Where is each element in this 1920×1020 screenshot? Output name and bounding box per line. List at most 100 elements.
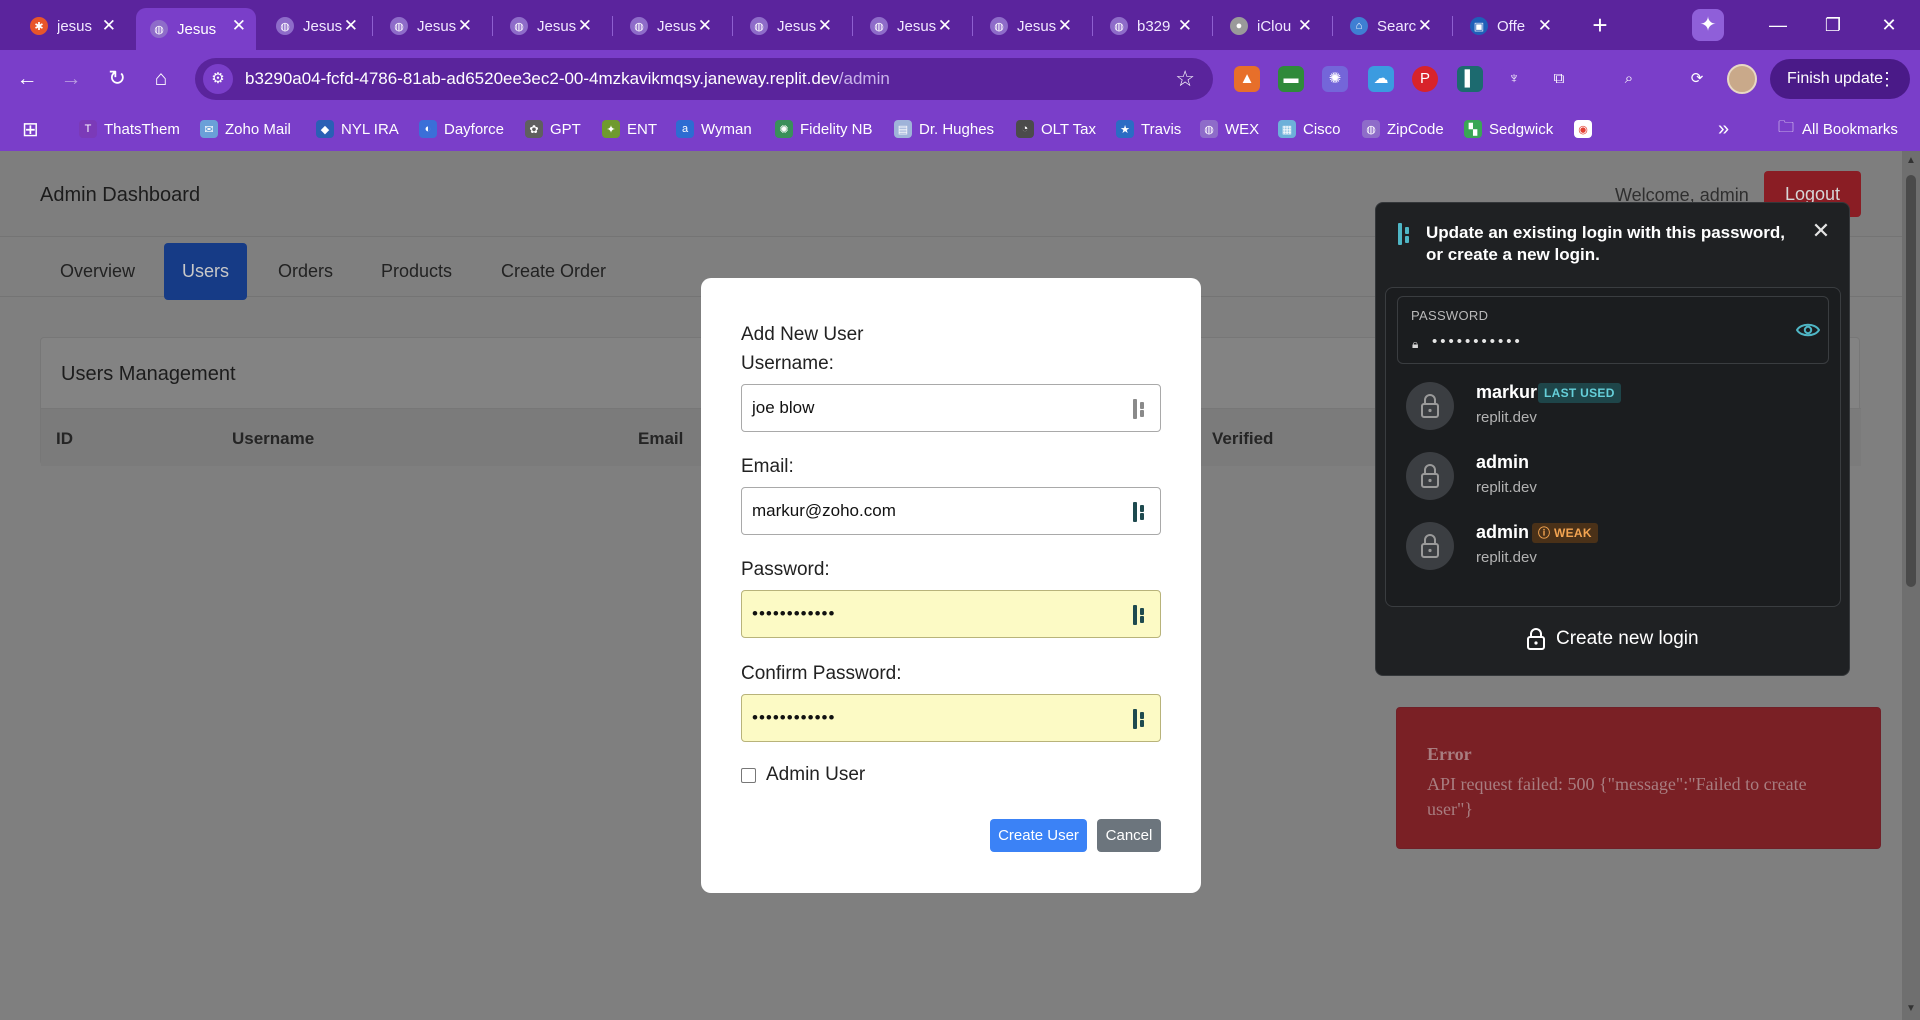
eye-icon[interactable] [1795, 320, 1821, 340]
extensions-puzzle-icon[interactable]: ⧉ [1546, 66, 1572, 92]
browser-tab[interactable]: ✱ jesus ✕ [16, 8, 126, 44]
create-new-login-button[interactable]: Create new login [1526, 625, 1699, 653]
scroll-down-arrow-icon[interactable]: ▼ [1906, 1003, 1916, 1014]
bookmark-item[interactable]: ▤ Dr. Hughes [894, 117, 994, 141]
tab-close-icon[interactable]: ✕ [1418, 16, 1432, 36]
bookmark-favicon-icon: ◐ [419, 120, 437, 138]
tab-close-icon[interactable]: ✕ [1178, 16, 1192, 36]
tab-close-icon[interactable]: ✕ [1538, 16, 1552, 36]
extension-gear-icon[interactable]: ✺ [1322, 66, 1348, 92]
tab-close-icon[interactable]: ✕ [102, 16, 116, 36]
scrollbar-thumb[interactable] [1906, 175, 1916, 587]
address-bar[interactable]: ⚙ b3290a04-fcfd-4786-81ab-ad6520ee3ec2-0… [195, 58, 1213, 100]
scroll-up-arrow-icon[interactable]: ▲ [1906, 155, 1916, 166]
bookmark-item[interactable]: ★ Travis [1116, 117, 1181, 141]
browser-tab[interactable]: ◍ Jesus ✕ [976, 8, 1082, 44]
finish-update-button[interactable]: Finish update ⋮ [1770, 59, 1910, 99]
pinterest-icon[interactable]: P [1412, 66, 1438, 92]
close-window-icon[interactable]: ✕ [1874, 12, 1904, 38]
create-user-button[interactable]: Create User [990, 819, 1087, 852]
bookmark-item[interactable]: ◐ Dayforce [419, 117, 504, 141]
apps-grid-icon[interactable]: ⊞ [22, 117, 39, 141]
extension-fork-icon[interactable]: ♆ [1501, 66, 1527, 92]
forward-arrow-icon[interactable]: → [56, 64, 86, 94]
bookmark-item[interactable]: ▚ Sedgwick [1464, 117, 1553, 141]
close-icon[interactable]: ✕ [1809, 219, 1833, 243]
browser-tab[interactable]: ◍ Jesus ✕ [262, 8, 368, 44]
tab-close-icon[interactable]: ✕ [698, 16, 712, 36]
bookmark-item[interactable]: ✦ ENT [602, 117, 657, 141]
browser-tab[interactable]: ◍ Jesus ✕ [736, 8, 842, 44]
bookmark-item[interactable]: a Wyman [676, 117, 752, 141]
browser-tab[interactable]: ◍ b329 ✕ [1096, 8, 1202, 44]
tab-overview[interactable]: Overview [42, 243, 153, 300]
back-arrow-icon[interactable]: ← [12, 64, 42, 94]
browser-tab-active[interactable]: ◍ Jesus ✕ [136, 8, 256, 50]
bookmark-google-icon[interactable]: ◉ [1574, 117, 1599, 141]
sync-icon[interactable]: ⟳ [1684, 66, 1710, 92]
restore-icon[interactable]: ❐ [1818, 12, 1848, 38]
browser-tab[interactable]: ◍ Jesus ✕ [856, 8, 962, 44]
tab-close-icon[interactable]: ✕ [938, 16, 952, 36]
credential-item[interactable]: markur LAST USED replit.dev [1386, 372, 1842, 442]
bookmark-item[interactable]: ✿ GPT [525, 117, 581, 141]
tab-orders[interactable]: Orders [260, 243, 351, 300]
bookmark-item[interactable]: ◍ WEX [1200, 117, 1259, 141]
keeper-extension-icon[interactable]: ▌ [1457, 66, 1483, 92]
more-bookmarks-chevron-icon[interactable]: » [1718, 117, 1729, 141]
tab-close-icon[interactable]: ✕ [344, 16, 358, 36]
confirm-password-input[interactable]: •••••••••••• [741, 694, 1161, 742]
browser-tab[interactable]: ▣ Offe ✕ [1456, 8, 1562, 44]
bookmark-item[interactable]: T ThatsThem [79, 117, 180, 141]
browser-tab[interactable]: ◍ Jesus ✕ [496, 8, 602, 44]
browser-tab[interactable]: ● iClou ✕ [1216, 8, 1322, 44]
credential-item[interactable]: admin replit.dev [1386, 442, 1842, 512]
extension-cloud-icon[interactable]: ☁ [1368, 66, 1394, 92]
home-icon[interactable]: ⌂ [146, 64, 176, 94]
password-input[interactable]: •••••••••••• [741, 590, 1161, 638]
bookmark-item[interactable]: ◆ NYL IRA [316, 117, 399, 141]
tab-label: Searc [1377, 17, 1417, 35]
url-text[interactable]: b3290a04-fcfd-4786-81ab-ad6520ee3ec2-00-… [245, 69, 890, 89]
tab-close-icon[interactable]: ✕ [1058, 16, 1072, 36]
new-tab-button[interactable]: + [1586, 12, 1614, 40]
reload-icon[interactable]: ↻ [102, 64, 132, 94]
bookmark-item[interactable]: ◔ OLT Tax [1016, 117, 1096, 141]
minimize-icon[interactable]: — [1763, 12, 1793, 38]
password-manager-icon[interactable] [1130, 603, 1152, 627]
bookmark-star-icon[interactable]: ☆ [1175, 67, 1195, 91]
tab-close-icon[interactable]: ✕ [818, 16, 832, 36]
browser-tab[interactable]: ◍ Jesus ✕ [616, 8, 722, 44]
extension-green-icon[interactable]: ▬ [1278, 66, 1304, 92]
password-manager-icon[interactable] [1130, 397, 1152, 421]
tab-users[interactable]: Users [164, 243, 248, 300]
browser-tab[interactable]: ◍ Jesus ✕ [376, 8, 482, 44]
email-input[interactable]: markur@zoho.com [741, 487, 1161, 535]
gemini-sparkle-icon[interactable]: ✦ [1692, 9, 1724, 41]
tab-close-icon[interactable]: ✕ [1298, 16, 1312, 36]
extension-rocket-icon[interactable]: ▲ [1234, 66, 1260, 92]
error-title: Error [1427, 744, 1472, 764]
password-manager-icon[interactable] [1130, 500, 1152, 524]
page-scrollbar[interactable]: ▲ ▼ [1902, 151, 1920, 1020]
bookmark-item[interactable]: ✺ Fidelity NB [775, 117, 873, 141]
tab-strip: ✱ jesus ✕ ◍ Jesus ✕ ◍ Jesus ✕ ◍ Jesus ✕ … [0, 0, 1920, 50]
profile-avatar[interactable] [1727, 64, 1757, 94]
browser-tab[interactable]: ⌂ Searc ✕ [1336, 8, 1442, 44]
cancel-button[interactable]: Cancel [1097, 819, 1161, 852]
tab-close-icon[interactable]: ✕ [578, 16, 592, 36]
tab-close-icon[interactable]: ✕ [458, 16, 472, 36]
password-manager-icon[interactable] [1130, 707, 1152, 731]
search-tabs-icon[interactable]: ⌕ [1616, 66, 1642, 92]
credential-item[interactable]: admin ⓘ WEAK replit.dev [1386, 512, 1842, 582]
tab-close-icon[interactable]: ✕ [232, 16, 246, 36]
bookmark-item[interactable]: ◍ ZipCode [1362, 117, 1444, 141]
admin-user-checkbox[interactable] [741, 768, 756, 783]
site-info-icon[interactable]: ⚙ [203, 64, 233, 94]
bookmark-item[interactable]: ✉ Zoho Mail [200, 117, 291, 141]
tab-create-order[interactable]: Create Order [483, 243, 624, 300]
tab-products[interactable]: Products [363, 243, 470, 300]
all-bookmarks-folder[interactable]: 🗀 All Bookmarks [1778, 117, 1898, 141]
username-input[interactable]: joe blow [741, 384, 1161, 432]
bookmark-item[interactable]: ▦ Cisco [1278, 117, 1341, 141]
